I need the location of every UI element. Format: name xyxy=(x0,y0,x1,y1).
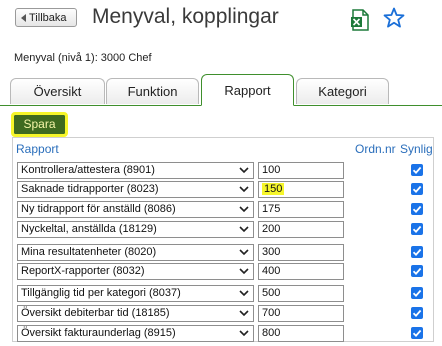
report-select[interactable]: Tillgänglig tid per kategori (8037) xyxy=(17,285,254,302)
visible-checkbox[interactable] xyxy=(411,183,423,195)
order-input[interactable]: 300 xyxy=(258,244,344,261)
chevron-down-icon xyxy=(239,226,249,233)
page-title: Menyval, kopplingar xyxy=(92,5,279,28)
report-select[interactable]: Saknade tidrapporter (8023) xyxy=(17,181,254,198)
order-input[interactable]: 800 xyxy=(258,325,344,342)
chevron-down-icon xyxy=(239,249,249,256)
order-value: 200 xyxy=(262,223,281,235)
report-select[interactable]: Översikt fakturaunderlag (8915) xyxy=(17,325,254,342)
order-value: 300 xyxy=(262,246,281,258)
table-row: Översikt debiterbar tid (18185) 700 xyxy=(0,305,442,325)
visible-checkbox[interactable] xyxy=(411,307,423,319)
table-row: Kontrollera/attestera (8901) 100 xyxy=(0,162,442,182)
table-row: Tillgänglig tid per kategori (8037) 500 xyxy=(0,285,442,305)
back-button[interactable]: Tillbaka xyxy=(15,8,77,27)
report-select-value: Ny tidrapport för anställd (8086) xyxy=(21,203,176,215)
table-row: Mina resultatenheter (8020) 300 xyxy=(0,244,442,264)
report-select[interactable]: Översikt debiterbar tid (18185) xyxy=(17,305,254,322)
column-header-visible: Synlig xyxy=(400,142,433,156)
table-row: Ny tidrapport för anställd (8086) 175 xyxy=(0,201,442,221)
order-input[interactable]: 175 xyxy=(258,201,344,218)
visible-checkbox[interactable] xyxy=(411,203,423,215)
tab-funktion[interactable]: Funktion xyxy=(106,78,199,104)
excel-icon[interactable] xyxy=(350,9,370,31)
order-input[interactable]: 150 xyxy=(258,181,344,198)
column-header-report: Rapport xyxy=(16,142,59,156)
order-value: 800 xyxy=(262,327,281,339)
tab-oversikt[interactable]: Översikt xyxy=(10,78,105,104)
chevron-down-icon xyxy=(239,167,249,174)
table-row: Nyckeltal, anställda (18129) 200 xyxy=(0,221,442,241)
visible-checkbox[interactable] xyxy=(411,265,423,277)
header: Tillbaka Menyval, kopplingar xyxy=(0,0,442,40)
order-value: 150 xyxy=(262,183,285,195)
tab-rapport[interactable]: Rapport xyxy=(201,74,294,106)
visible-checkbox[interactable] xyxy=(411,287,423,299)
tab-bar: Översikt Funktion Rapport Kategori xyxy=(0,74,442,106)
order-input[interactable]: 200 xyxy=(258,221,344,238)
column-header-order: Ordn.nr xyxy=(355,142,396,156)
order-input[interactable]: 700 xyxy=(258,305,344,322)
report-select-value: Tillgänglig tid per kategori (8037) xyxy=(21,287,181,299)
order-input[interactable]: 100 xyxy=(258,162,344,179)
order-value: 500 xyxy=(262,287,281,299)
order-value: 700 xyxy=(262,307,281,319)
order-value: 100 xyxy=(262,164,281,176)
report-select-value: Översikt fakturaunderlag (8915) xyxy=(21,327,176,339)
visible-checkbox[interactable] xyxy=(411,327,423,339)
visible-checkbox[interactable] xyxy=(411,164,423,176)
tab-kategori[interactable]: Kategori xyxy=(296,78,389,104)
visible-checkbox[interactable] xyxy=(411,246,423,258)
chevron-down-icon xyxy=(239,268,249,275)
star-icon[interactable] xyxy=(383,7,405,29)
report-select[interactable]: Ny tidrapport för anställd (8086) xyxy=(17,201,254,218)
order-input[interactable]: 400 xyxy=(258,263,344,280)
table-row: Översikt fakturaunderlag (8915) 800 xyxy=(0,325,442,345)
menu-level-label: Menyval (nivå 1): 3000 Chef xyxy=(14,52,152,64)
table-row: ReportX-rapporter (8032) 400 xyxy=(0,263,442,283)
report-select[interactable]: ReportX-rapporter (8032) xyxy=(17,263,254,280)
report-select-value: Kontrollera/attestera (8901) xyxy=(21,164,155,176)
chevron-down-icon xyxy=(239,206,249,213)
report-select-value: Översikt debiterbar tid (18185) xyxy=(21,307,170,319)
report-select-value: Nyckeltal, anställda (18129) xyxy=(21,223,157,235)
order-value: 175 xyxy=(262,203,281,215)
visible-checkbox[interactable] xyxy=(411,223,423,235)
chevron-down-icon xyxy=(239,330,249,337)
report-select[interactable]: Nyckeltal, anställda (18129) xyxy=(17,221,254,238)
order-input[interactable]: 500 xyxy=(258,285,344,302)
report-select-value: Mina resultatenheter (8020) xyxy=(21,246,157,258)
chevron-down-icon xyxy=(239,186,249,193)
report-select-value: Saknade tidrapporter (8023) xyxy=(21,183,159,195)
report-select[interactable]: Kontrollera/attestera (8901) xyxy=(17,162,254,179)
report-select[interactable]: Mina resultatenheter (8020) xyxy=(17,244,254,261)
save-button[interactable]: Spara xyxy=(11,112,68,137)
table-row: Saknade tidrapporter (8023) 150 xyxy=(0,181,442,201)
chevron-down-icon xyxy=(239,290,249,297)
order-value: 400 xyxy=(262,265,281,277)
report-select-value: ReportX-rapporter (8032) xyxy=(21,265,145,277)
chevron-down-icon xyxy=(239,310,249,317)
